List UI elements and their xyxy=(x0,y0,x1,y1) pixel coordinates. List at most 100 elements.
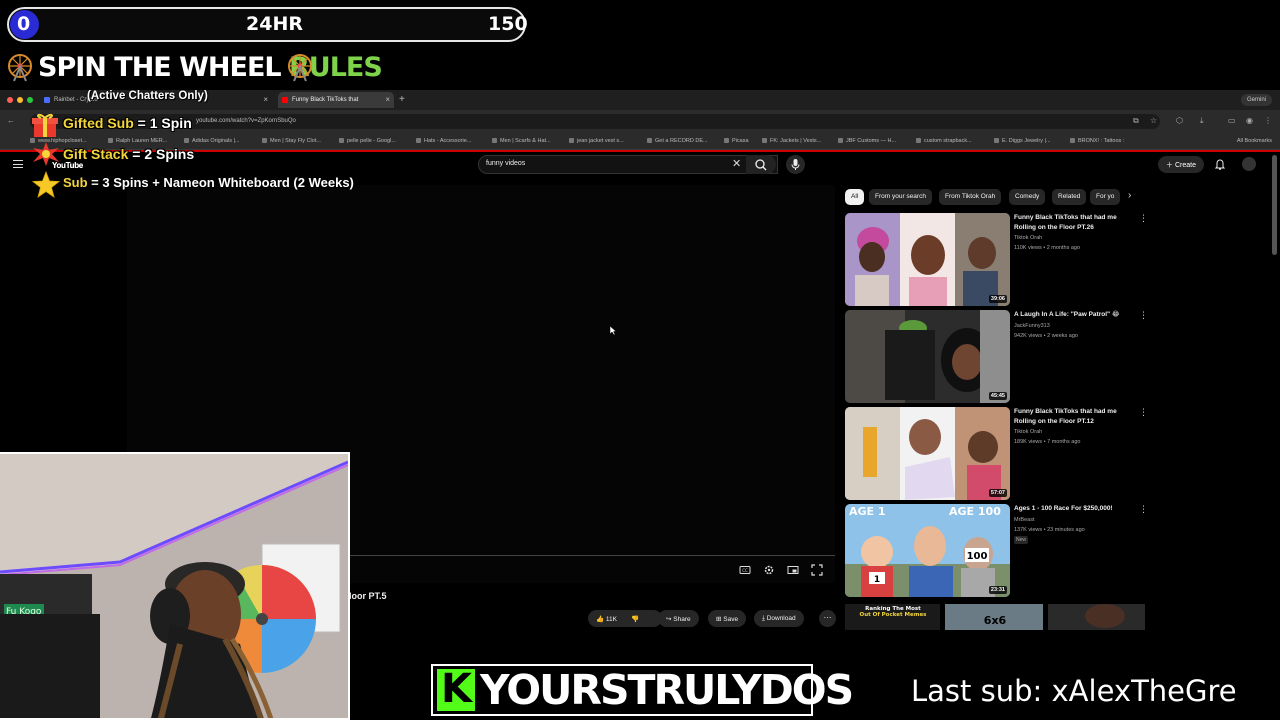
chevron-right-icon[interactable]: › xyxy=(1128,190,1131,201)
chip-comedy[interactable]: Comedy xyxy=(1009,189,1046,205)
video-thumbnail[interactable]: 1 100 AGE 1 AGE 100 23:31 xyxy=(845,504,1010,597)
bookmark-item[interactable]: custom strapback... xyxy=(916,138,972,144)
all-bookmarks-button[interactable]: All Bookmarks xyxy=(1237,138,1272,144)
bookmark-item[interactable]: Get a RECORD DE... xyxy=(647,138,708,144)
clear-search-icon[interactable]: ✕ xyxy=(732,157,741,170)
recommended-video-meta: 189K views • 7 months ago xyxy=(1014,439,1081,445)
install-icon[interactable]: ⧉ xyxy=(1133,116,1139,126)
recommended-video-channel[interactable]: Tiktok Orah xyxy=(1014,235,1042,241)
more-options-icon[interactable]: ⋮ xyxy=(1139,310,1148,321)
page-scrollbar[interactable] xyxy=(1272,155,1277,255)
notifications-bell-icon[interactable] xyxy=(1215,158,1225,170)
thumbnail-image: 1 100 AGE 1 AGE 100 xyxy=(845,504,1010,597)
rule-value: = 3 Spins + Nameon Whiteboard (2 Weeks) xyxy=(87,175,354,190)
recommended-video[interactable]: 39:06 Funny Black TikToks that had me Ro… xyxy=(845,213,1148,307)
recommended-video-title[interactable]: Funny Black TikToks that had me Rolling … xyxy=(1014,213,1126,232)
voice-search-button[interactable] xyxy=(786,155,805,174)
bookmark-item[interactable]: JBF Customs — H... xyxy=(838,138,896,144)
bib-1-label: 1 xyxy=(874,575,880,585)
account-avatar[interactable] xyxy=(1242,157,1256,171)
settings-gear-icon[interactable] xyxy=(763,564,775,576)
shorts-shelf[interactable]: Ranking The Most Out Of Pocket Memes 6x6 xyxy=(845,604,1145,630)
search-input[interactable]: funny videos xyxy=(486,160,525,167)
more-options-icon[interactable]: ⋮ xyxy=(1139,504,1148,515)
search-button[interactable] xyxy=(746,155,776,174)
bookmark-item[interactable]: Hats - Accessorie... xyxy=(416,138,471,144)
counter-current: 0 xyxy=(17,13,31,35)
bib-100-label: 100 xyxy=(967,551,988,562)
fullscreen-icon[interactable] xyxy=(811,564,823,576)
recommended-video[interactable]: 45:45 A Laugh In A Life: "Paw Patrol" 😂 … xyxy=(845,310,1148,404)
bookmark-item[interactable]: pelle pelle - Googl... xyxy=(339,138,396,144)
bookmark-item[interactable]: jean jacket vest s... xyxy=(569,138,624,144)
profile-icon[interactable]: ◉ xyxy=(1246,116,1253,125)
plus-icon: ＋ xyxy=(1166,162,1175,169)
more-options-icon[interactable]: ⋮ xyxy=(1139,407,1148,418)
download-button[interactable]: ⤓ Download xyxy=(754,610,804,627)
rule-key: Gift Stack xyxy=(63,146,129,162)
counter-label: 24HR xyxy=(246,13,303,35)
more-options-icon[interactable]: ⋮ xyxy=(1139,213,1148,224)
video-thumbnail[interactable]: 57:07 xyxy=(845,407,1010,500)
save-button[interactable]: ⊞ Save xyxy=(708,610,747,627)
recommended-video[interactable]: 57:07 Funny Black TikToks that had me Ro… xyxy=(845,407,1148,501)
downloads-icon[interactable]: ⤓ xyxy=(1200,116,1204,126)
chip-all[interactable]: All xyxy=(845,189,865,205)
bookmark-item[interactable]: BRONX! : Tattoos : xyxy=(1070,138,1124,144)
age-100-label: AGE 100 xyxy=(949,505,1001,518)
tab-youtube[interactable]: Funny Black TikToks that × xyxy=(278,92,394,108)
miniplayer-icon[interactable] xyxy=(787,564,799,576)
like-button[interactable]: 👍 11K 👎 xyxy=(588,610,662,627)
recommended-video-channel[interactable]: MrBeast xyxy=(1014,517,1034,523)
recommended-video[interactable]: 1 100 AGE 1 AGE 100 23:31 Ages 1 - 100 R… xyxy=(845,504,1148,598)
shorts-caption: 6x6 xyxy=(984,614,1007,627)
chip-related[interactable]: Related xyxy=(1052,189,1087,205)
recommended-video-title[interactable]: Funny Black TikToks that had me Rolling … xyxy=(1014,407,1126,426)
spin-rules-title: SPIN THE WHEEL RULES xyxy=(38,52,383,83)
bookmark-item[interactable]: Adidas Originals |... xyxy=(184,138,240,144)
close-window-button[interactable] xyxy=(7,97,13,103)
download-label: Download xyxy=(766,615,796,622)
bookmark-item[interactable]: Men | Stay Fly Clot... xyxy=(262,138,321,144)
menu-dots-icon[interactable]: ⋮ xyxy=(1264,116,1272,125)
tab-favicon xyxy=(44,97,50,103)
chip-from-tiktok-orah[interactable]: From Tiktok Orah xyxy=(939,189,1002,205)
bookmark-item[interactable]: Ralph Lauren MER... xyxy=(108,138,167,144)
thumbs-down-icon[interactable]: 👎 xyxy=(631,616,639,623)
create-button[interactable]: ＋ Create xyxy=(1158,156,1204,173)
bookmark-item[interactable]: Picasa xyxy=(724,138,749,144)
recommended-video-channel[interactable]: Tiktok Orah xyxy=(1014,429,1042,435)
back-icon[interactable]: ← xyxy=(7,116,15,125)
chip-from-your-search[interactable]: From your search xyxy=(869,189,932,205)
zoom-window-button[interactable] xyxy=(27,97,33,103)
close-icon[interactable]: × xyxy=(385,95,390,104)
bookmark-item[interactable]: Men | Scarfs & Hat... xyxy=(492,138,551,144)
extensions-icon[interactable]: ⬡ xyxy=(1176,116,1183,125)
bookmark-star-icon[interactable]: ☆ xyxy=(1150,116,1157,125)
video-thumbnail[interactable]: 45:45 xyxy=(845,310,1010,403)
last-subscriber-ticker: Last sub: xAlexTheGre xyxy=(911,674,1237,708)
chip-for-you[interactable]: For yo xyxy=(1090,189,1120,205)
gift-icon xyxy=(32,113,58,137)
url-text[interactable]: youtube.com/watch?v=ZpKornSbuQo xyxy=(196,118,296,124)
hamburger-menu-icon[interactable] xyxy=(13,160,23,168)
sidebar-icon[interactable]: ▭ xyxy=(1228,116,1236,125)
rule-key: Sub xyxy=(63,175,88,190)
close-icon[interactable]: × xyxy=(263,95,268,104)
youtube-logo[interactable]: YouTube xyxy=(52,161,83,170)
save-label: Save xyxy=(723,616,739,623)
minimize-window-button[interactable] xyxy=(17,97,23,103)
more-actions-button[interactable]: ··· xyxy=(819,610,836,627)
recommended-video-title[interactable]: A Laugh In A Life: "Paw Patrol" 😂 xyxy=(1014,310,1126,320)
bookmark-item[interactable]: E. Diggs Jewelry |... xyxy=(994,138,1051,144)
bookmark-item[interactable]: FK: Jackets | Vests... xyxy=(762,138,821,144)
share-button[interactable]: ↪ Share xyxy=(658,610,699,627)
gemini-button[interactable]: Gemini xyxy=(1240,94,1272,106)
rule-key: Gifted Sub xyxy=(63,115,134,131)
new-tab-icon[interactable]: + xyxy=(399,94,405,105)
recommended-video-title[interactable]: Ages 1 - 100 Race For $250,000! xyxy=(1014,504,1126,514)
video-thumbnail[interactable]: 39:06 xyxy=(845,213,1010,306)
captions-icon[interactable]: CC xyxy=(739,564,751,576)
kick-logo-letter: K xyxy=(441,666,472,712)
recommended-video-channel[interactable]: JackFunny313 xyxy=(1014,323,1050,329)
